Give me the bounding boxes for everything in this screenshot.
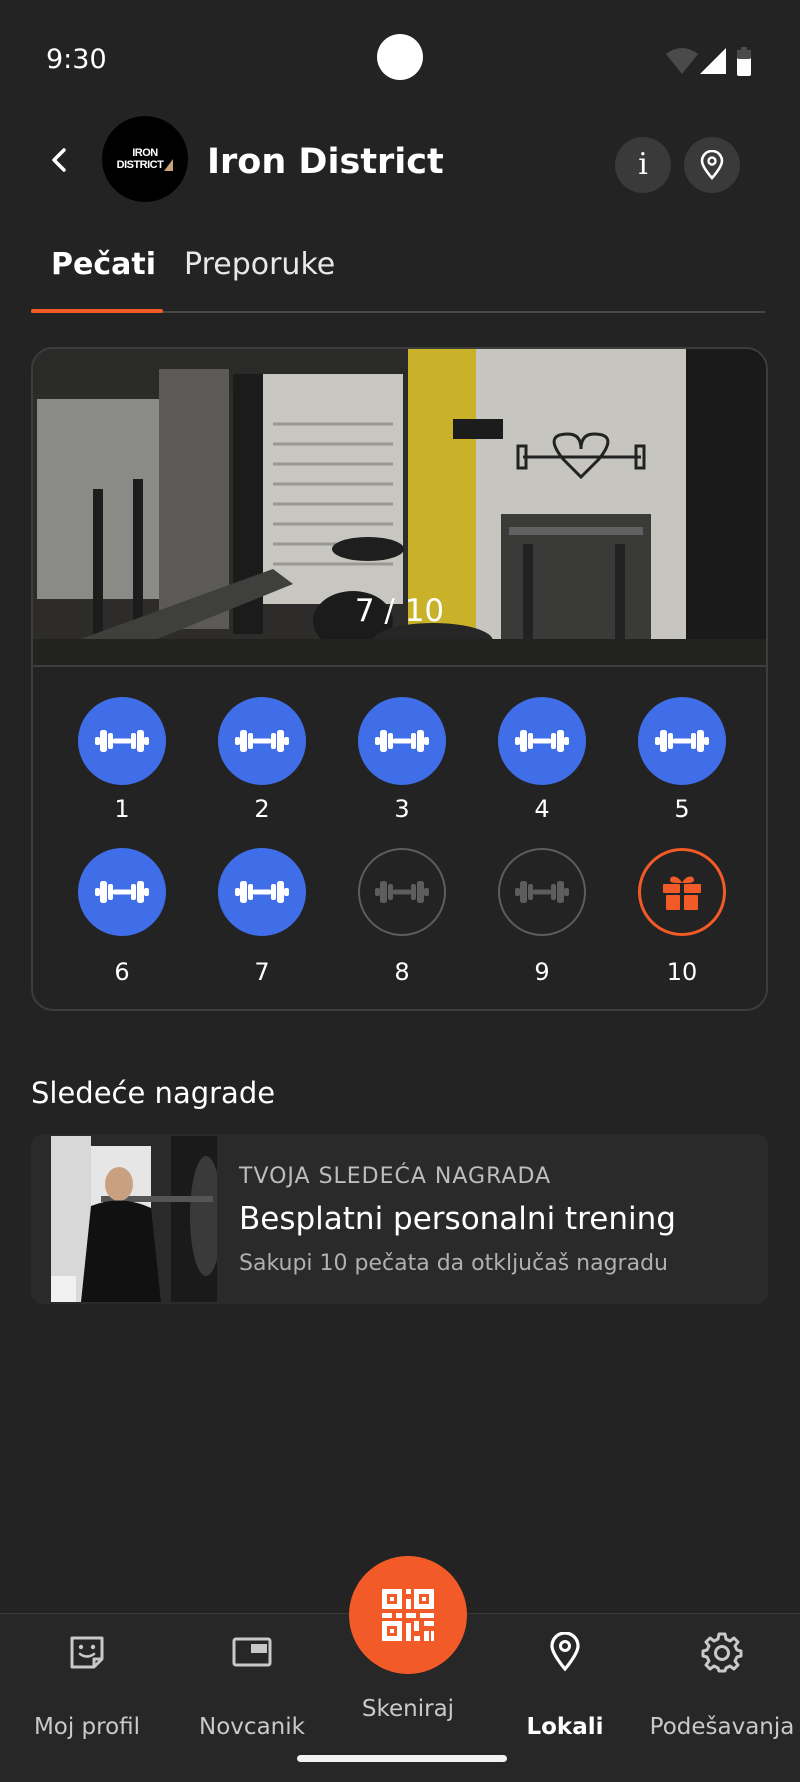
dumbbell-icon	[515, 730, 569, 752]
reward-caption: TVOJA SLEDEĆA NAGRADA	[239, 1164, 552, 1189]
stamp-number: 6	[114, 958, 130, 986]
stamp-7	[218, 848, 306, 936]
card-divider	[33, 665, 766, 667]
stamp-number: 2	[254, 795, 270, 823]
stamp-10-reward	[638, 848, 726, 936]
signal-icon	[700, 48, 726, 74]
gym-hero-image: 7 / 10	[33, 349, 766, 665]
next-reward-card[interactable]: TVOJA SLEDEĆA NAGRADA Besplatni personal…	[31, 1134, 768, 1304]
qr-code-icon	[382, 1589, 434, 1641]
gear-icon	[701, 1632, 743, 1673]
tab-active-indicator	[31, 309, 163, 313]
stamp-5	[638, 697, 726, 785]
location-pin-icon	[550, 1632, 580, 1672]
nav-item-wallet[interactable]: Novcanik	[177, 1630, 327, 1740]
stamp-number: 3	[394, 795, 410, 823]
nav-label: Podešavanja	[649, 1714, 795, 1740]
stamp-1	[78, 697, 166, 785]
dumbbell-icon	[375, 730, 429, 752]
home-indicator	[297, 1755, 507, 1762]
gift-icon	[663, 876, 701, 910]
stamp-2	[218, 697, 306, 785]
stamp-4	[498, 697, 586, 785]
page-title: Iron District	[207, 142, 444, 182]
stamp-3	[358, 697, 446, 785]
nav-item-locations[interactable]: Lokali	[490, 1630, 640, 1740]
wallet-icon	[232, 1637, 272, 1667]
section-title-next-rewards: Sledeće nagrade	[31, 1076, 276, 1110]
scan-qr-button[interactable]	[349, 1556, 467, 1674]
dumbbell-icon	[235, 881, 289, 903]
reward-image	[51, 1136, 217, 1302]
info-icon: i	[638, 147, 648, 182]
stamp-6	[78, 848, 166, 936]
arrow-back-icon	[52, 148, 66, 172]
camera-cutout	[377, 34, 423, 80]
stamp-9	[498, 848, 586, 936]
tab-recommendations[interactable]: Preporuke	[184, 247, 335, 282]
dumbbell-icon	[515, 881, 569, 903]
status-icons	[664, 44, 760, 80]
nav-label-scan[interactable]: Skeniraj	[328, 1696, 488, 1722]
wifi-icon	[666, 48, 698, 74]
tab-stamps[interactable]: Pečati	[51, 247, 156, 282]
stamp-card: 7 / 10 1 2 3 4 5 6 7 8 9 10	[31, 347, 768, 1011]
gym-logo: IRON DISTRICT	[102, 116, 188, 202]
stamp-number: 1	[114, 795, 130, 823]
stamp-number: 7	[254, 958, 270, 986]
stamp-8	[358, 848, 446, 936]
status-time: 9:30	[46, 44, 107, 75]
info-button[interactable]: i	[615, 137, 671, 193]
stamp-number: 10	[666, 958, 698, 986]
nav-item-profile[interactable]: Moj profil	[12, 1630, 162, 1740]
dumbbell-icon	[95, 730, 149, 752]
stamp-number: 4	[534, 795, 550, 823]
nav-label: Lokali	[526, 1714, 604, 1740]
reward-hint: Sakupi 10 pečata da otključaš nagradu	[239, 1251, 668, 1276]
dumbbell-icon	[655, 730, 709, 752]
stamp-number: 8	[394, 958, 410, 986]
nav-label: Novcanik	[199, 1714, 305, 1740]
reward-name: Besplatni personalni trening	[239, 1201, 676, 1237]
stamp-number: 9	[534, 958, 550, 986]
back-button[interactable]	[36, 136, 84, 184]
location-button[interactable]	[684, 137, 740, 193]
dumbbell-icon	[375, 881, 429, 903]
stamp-number: 5	[674, 795, 690, 823]
dumbbell-icon	[95, 881, 149, 903]
location-pin-icon	[700, 150, 724, 180]
nav-item-settings[interactable]: Podešavanja	[647, 1630, 797, 1740]
profile-card-icon	[70, 1636, 104, 1669]
battery-icon	[737, 47, 751, 76]
stamp-progress: 7 / 10	[354, 593, 445, 629]
dumbbell-icon	[235, 730, 289, 752]
nav-label: Moj profil	[33, 1714, 141, 1740]
